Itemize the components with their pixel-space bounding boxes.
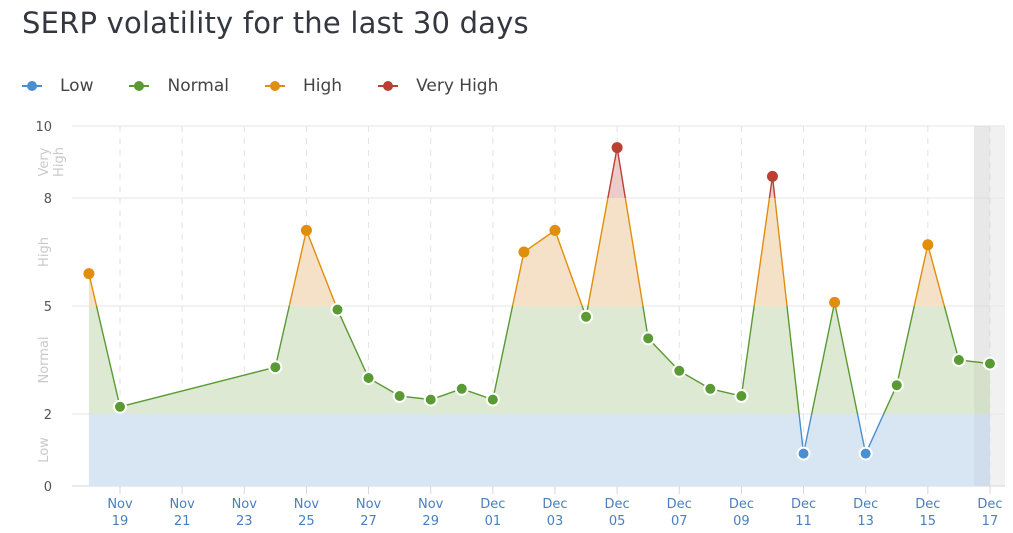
x-tick-label: Dec <box>977 497 1002 512</box>
x-tick-label: Dec <box>542 497 567 512</box>
data-point <box>423 392 438 407</box>
data-point <box>300 224 312 236</box>
x-tick-label: 01 <box>485 514 502 529</box>
data-point <box>268 360 283 375</box>
data-point <box>518 246 530 258</box>
zone-label: High <box>52 147 67 177</box>
data-point <box>829 296 841 308</box>
x-tick-label: 05 <box>609 514 626 529</box>
zone-label: High <box>37 237 52 267</box>
x-tick-label: Dec <box>729 497 754 512</box>
data-point <box>796 446 811 461</box>
data-point <box>549 224 561 236</box>
x-tick-label: 21 <box>174 514 191 529</box>
chart-plot: 025810LowNormalHighVery HighNov19Nov21Nov… <box>35 120 1005 529</box>
data-point <box>889 378 904 393</box>
x-tick-label: Nov <box>107 497 133 512</box>
x-tick-label: Dec <box>605 497 630 512</box>
x-tick-label: Dec <box>667 497 692 512</box>
current-day-overlay <box>974 126 990 486</box>
data-point <box>392 389 407 403</box>
x-tick-label: Dec <box>480 497 505 512</box>
x-tick-label: 25 <box>298 514 315 529</box>
x-tick-label: 11 <box>795 514 812 529</box>
data-point <box>766 170 778 182</box>
x-tick-label: 09 <box>733 514 750 529</box>
data-point <box>951 353 966 367</box>
x-tick-label: 03 <box>547 514 564 529</box>
x-tick-label: Nov <box>356 497 382 512</box>
data-point <box>922 239 934 251</box>
x-tick-label: Nov <box>169 497 195 512</box>
zone-label: Normal <box>37 336 52 383</box>
data-point <box>611 142 623 154</box>
x-tick-label: Dec <box>915 497 940 512</box>
y-tick-label: 10 <box>35 120 52 135</box>
zone-label: Very <box>37 147 52 176</box>
zone-label: Low <box>37 437 52 463</box>
data-point <box>703 381 718 396</box>
x-tick-label: Nov <box>232 497 258 512</box>
y-tick-label: 0 <box>44 480 52 495</box>
x-tick-label: 27 <box>360 514 377 529</box>
data-point <box>858 446 873 461</box>
y-tick-label: 8 <box>44 192 52 207</box>
data-point <box>83 268 95 280</box>
data-point <box>361 371 376 385</box>
data-point <box>113 399 127 414</box>
x-tick-label: 23 <box>236 514 253 529</box>
data-point <box>454 381 469 396</box>
x-tick-label: Dec <box>791 497 816 512</box>
x-tick-label: 15 <box>920 514 937 529</box>
x-tick-label: 17 <box>982 514 999 529</box>
data-point <box>982 356 997 371</box>
data-point <box>579 309 594 324</box>
x-tick-label: 13 <box>857 514 874 529</box>
data-point <box>330 302 345 317</box>
x-tick-label: Dec <box>853 497 878 512</box>
x-tick-label: 07 <box>671 514 688 529</box>
data-point <box>485 392 500 407</box>
data-point <box>641 331 656 346</box>
data-point <box>734 389 749 403</box>
x-tick-label: 29 <box>422 514 439 529</box>
x-tick-label: Nov <box>418 497 444 512</box>
x-tick-label: 19 <box>112 514 129 529</box>
x-tick-label: Nov <box>294 497 320 512</box>
data-point <box>672 363 687 378</box>
y-tick-label: 5 <box>44 300 52 315</box>
y-tick-label: 2 <box>44 408 52 423</box>
